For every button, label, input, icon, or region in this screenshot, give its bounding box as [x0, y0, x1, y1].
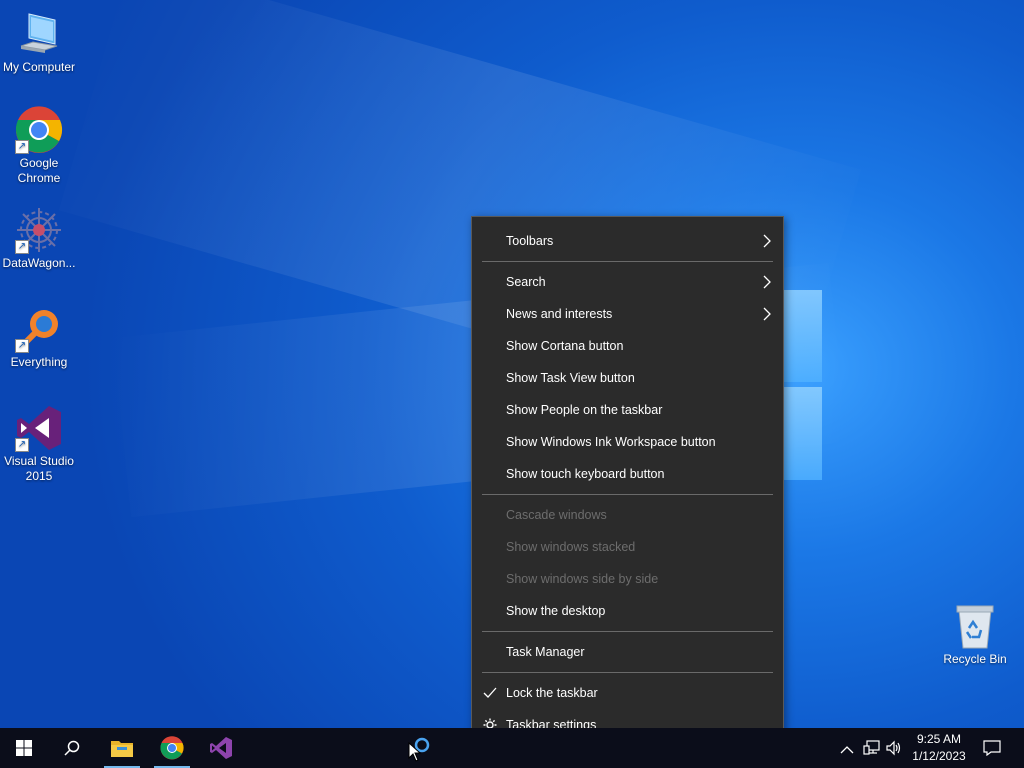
menu-item-show-people[interactable]: Show People on the taskbar: [472, 395, 783, 425]
volume-button[interactable]: [882, 728, 904, 768]
desktop-icon-label: Everything: [10, 355, 68, 369]
desktop-icon-label: Google Chrome: [17, 156, 61, 185]
menu-item-label: Show Cortana button: [506, 339, 624, 353]
action-center-button[interactable]: [976, 728, 1008, 768]
start-icon: [16, 740, 32, 761]
shortcut-arrow-icon: ↗: [15, 140, 29, 154]
menu-item-search[interactable]: Search: [472, 267, 783, 297]
recycle-bin-icon: [951, 602, 999, 650]
windows-logo-wallpaper: [780, 290, 822, 480]
menu-separator: [482, 261, 773, 262]
chrome-icon: ↗: [15, 106, 63, 154]
menu-item-label: Lock the taskbar: [506, 686, 598, 700]
menu-item-show-windows-side-by-side: Show windows side by side: [472, 564, 783, 594]
menu-item-label: Show People on the taskbar: [506, 403, 663, 417]
menu-item-label: Show windows stacked: [506, 540, 636, 554]
desktop-icon-google-chrome[interactable]: ↗ Google Chrome: [0, 106, 78, 186]
menu-item-label: News and interests: [506, 307, 613, 321]
taskbar-context-menu: Toolbars Search News and interests Show …: [471, 216, 784, 749]
menu-item-show-windows-stacked: Show windows stacked: [472, 532, 783, 562]
menu-separator: [482, 672, 773, 673]
menu-item-task-manager[interactable]: Task Manager: [472, 637, 783, 667]
desktop-icon-label: My Computer: [2, 60, 76, 74]
taskbar-clock[interactable]: 9:25 AM 1/12/2023: [904, 731, 974, 765]
menu-item-label: Cascade windows: [506, 508, 607, 522]
chevron-right-icon: [761, 267, 773, 297]
menu-separator: [482, 631, 773, 632]
checkmark-icon: [482, 678, 498, 708]
menu-item-label: Task Manager: [506, 645, 585, 659]
menu-separator: [482, 494, 773, 495]
taskbar-chrome[interactable]: [148, 728, 196, 768]
menu-item-show-windows-ink[interactable]: Show Windows Ink Workspace button: [472, 427, 783, 457]
menu-item-label: Toolbars: [506, 234, 554, 248]
computer-icon: [15, 10, 63, 58]
shortcut-arrow-icon: ↗: [15, 240, 29, 254]
file-explorer-icon: [110, 738, 134, 763]
menu-item-toolbars[interactable]: Toolbars: [472, 226, 783, 256]
shortcut-arrow-icon: ↗: [15, 438, 29, 452]
taskbar-cortana-button[interactable]: [398, 728, 446, 768]
desktop-icon-recycle-bin[interactable]: Recycle Bin: [936, 602, 1014, 667]
menu-item-cascade-windows: Cascade windows: [472, 500, 783, 530]
chevron-right-icon: [761, 299, 773, 329]
shortcut-arrow-icon: ↗: [15, 339, 29, 353]
mouse-cursor-icon: [408, 741, 422, 767]
menu-item-news-and-interests[interactable]: News and interests: [472, 299, 783, 329]
desktop-icon-visual-studio[interactable]: ↗ Visual Studio 2015: [0, 404, 78, 484]
menu-item-label: Show Windows Ink Workspace button: [506, 435, 716, 449]
desktop-icon-datawagon[interactable]: ↗ DataWagon...: [0, 206, 78, 271]
notifications-icon: [983, 740, 1001, 761]
menu-item-show-task-view-button[interactable]: Show Task View button: [472, 363, 783, 393]
menu-item-label: Show touch keyboard button: [506, 467, 665, 481]
menu-item-label: Show Task View button: [506, 371, 635, 385]
menu-item-label: Show windows side by side: [506, 572, 659, 586]
visual-studio-icon: [209, 736, 233, 765]
chrome-icon: [160, 736, 184, 765]
visual-studio-icon: ↗: [15, 404, 63, 452]
clock-date: 1/12/2023: [912, 749, 966, 763]
search-icon: [64, 740, 80, 761]
chevron-up-icon: [840, 742, 854, 760]
desktop-icon-label: Visual Studio 2015: [4, 454, 74, 483]
menu-item-show-cortana-button[interactable]: Show Cortana button: [472, 331, 783, 361]
network-button[interactable]: [860, 728, 882, 768]
start-button[interactable]: [0, 728, 48, 768]
menu-item-show-the-desktop[interactable]: Show the desktop: [472, 596, 783, 626]
datawagon-icon: ↗: [15, 206, 63, 254]
menu-item-lock-the-taskbar[interactable]: Lock the taskbar: [472, 678, 783, 708]
everything-search-icon: ↗: [15, 305, 63, 353]
network-icon: [863, 740, 881, 761]
menu-item-show-touch-keyboard[interactable]: Show touch keyboard button: [472, 459, 783, 489]
chevron-right-icon: [761, 226, 773, 256]
desktop-icon-my-computer[interactable]: My Computer: [0, 10, 78, 75]
desktop-icon-everything[interactable]: ↗ Everything: [0, 305, 78, 370]
taskbar-file-explorer[interactable]: [98, 728, 146, 768]
menu-item-label: Search: [506, 275, 546, 289]
taskbar-visual-studio[interactable]: [197, 728, 245, 768]
volume-icon: [885, 740, 903, 761]
taskbar-search-button[interactable]: [48, 728, 96, 768]
desktop-icon-label: Recycle Bin: [943, 652, 1007, 666]
menu-item-label: Show the desktop: [506, 604, 606, 618]
taskbar: 9:25 AM 1/12/2023: [0, 728, 1024, 768]
desktop-icon-label: DataWagon...: [2, 256, 76, 270]
show-hidden-icons-button[interactable]: [836, 728, 858, 768]
clock-time: 9:25 AM: [916, 732, 962, 746]
